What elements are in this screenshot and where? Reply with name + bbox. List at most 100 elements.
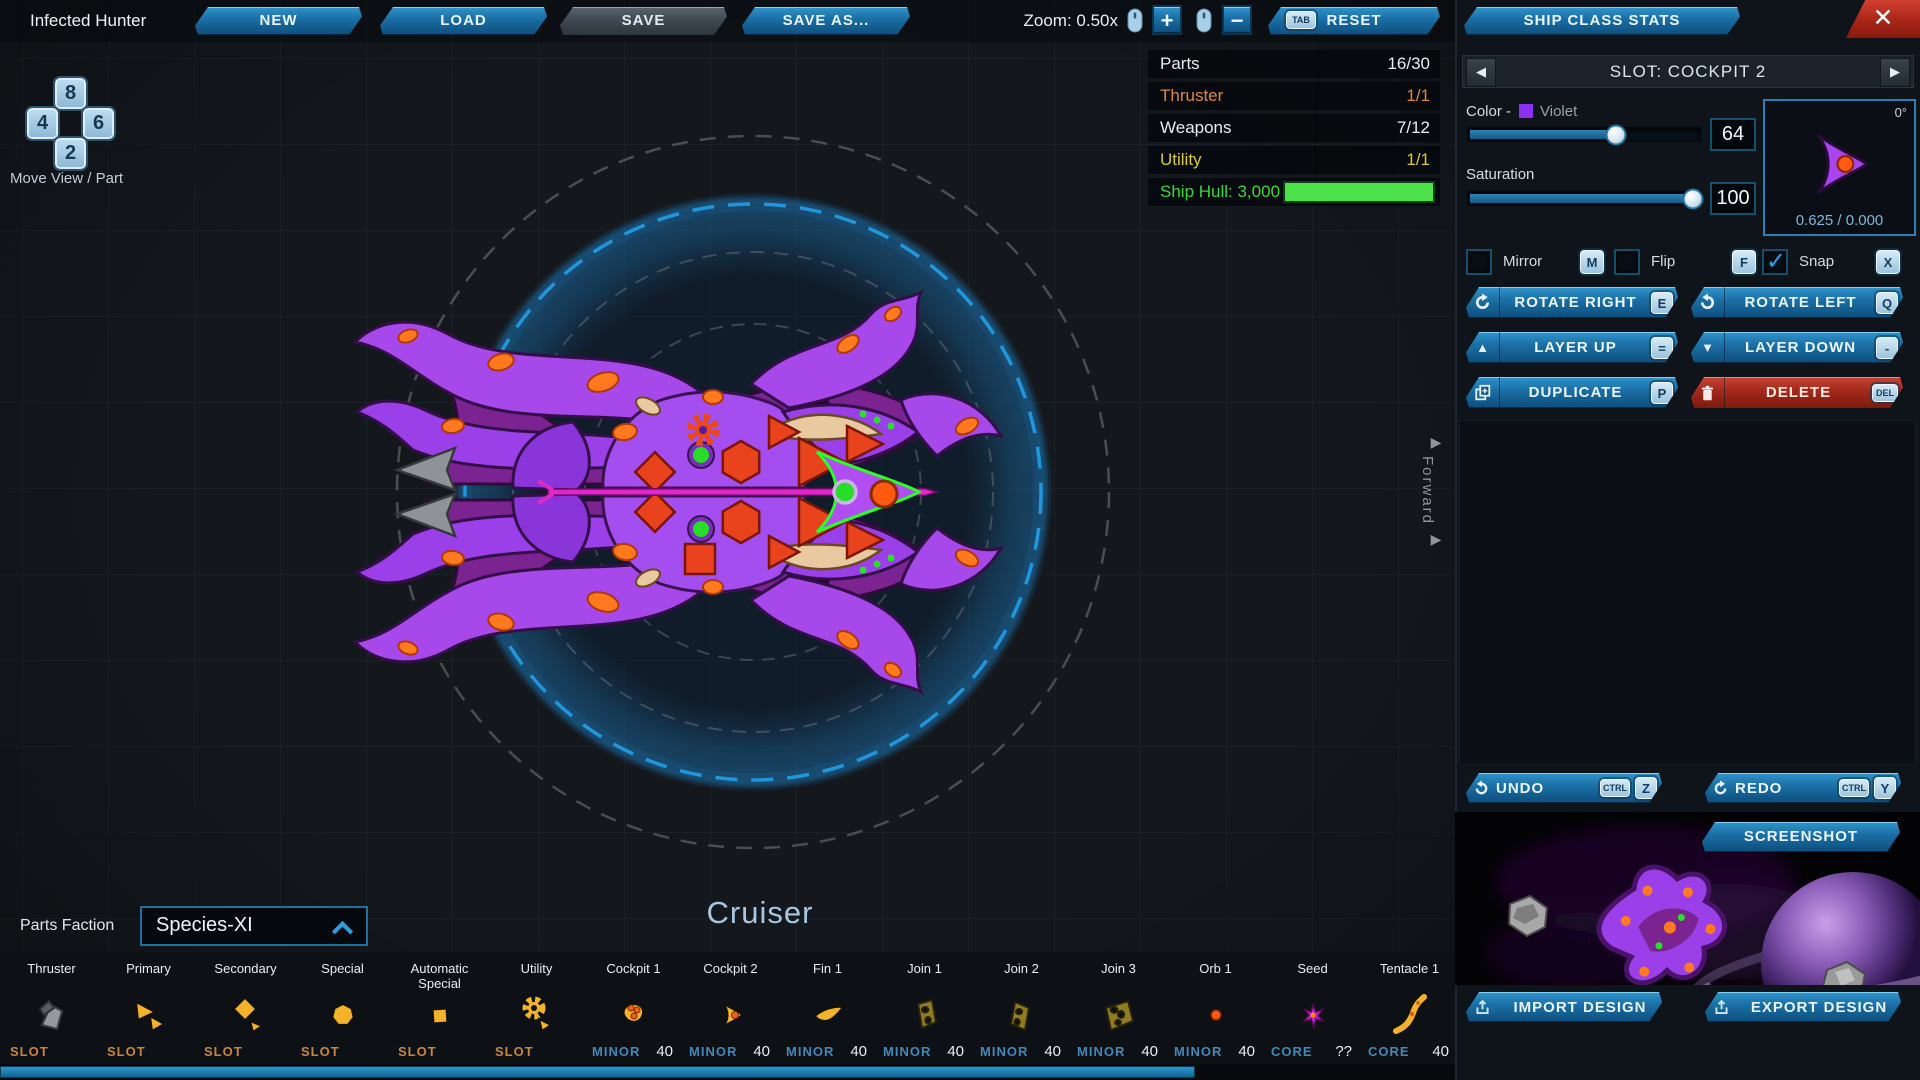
saturation-value-input[interactable]: 100	[1710, 182, 1756, 215]
panel-empty-area	[1459, 420, 1916, 765]
part-cockpit-2[interactable]: Cockpit 2 MINOR 40	[682, 958, 779, 1066]
z-key-badge: Z	[1635, 777, 1657, 799]
zoom-in-button[interactable]: +	[1152, 5, 1182, 35]
mouse-scroll-icon	[1196, 8, 1212, 38]
part-join-2[interactable]: Join 2 MINOR 40	[973, 958, 1070, 1066]
thruster-part-icon	[3, 990, 100, 1040]
layer-up-button[interactable]: ▲ LAYER UP =	[1466, 332, 1678, 363]
seed-icon	[1264, 990, 1361, 1040]
forward-indicator: ▶ Forward ▶	[1419, 432, 1453, 549]
redo-button[interactable]: REDO CTRL Y	[1705, 773, 1901, 803]
rotate-right-button[interactable]: ROTATE RIGHT E	[1466, 287, 1678, 318]
tab-key-badge: TAB	[1286, 11, 1316, 29]
part-special[interactable]: Special SLOT	[294, 958, 391, 1066]
design-title: Infected Hunter	[30, 11, 146, 31]
part-preview: 0° 0.625 / 0.000	[1763, 99, 1916, 236]
part-fin-1[interactable]: Fin 1 MINOR 40	[779, 958, 876, 1066]
tentacle-1-icon	[1361, 990, 1458, 1040]
mirror-label: Mirror	[1503, 253, 1542, 270]
slot-title: SLOT: COCKPIT 2	[1463, 62, 1913, 82]
part-utility[interactable]: Utility SLOT	[488, 958, 585, 1066]
part-tentacle-1[interactable]: Tentacle 1 CORE 40	[1361, 958, 1458, 1066]
parts-tray: Thruster SLOT Primary SLOT Secondary	[0, 952, 1455, 1080]
color-slider[interactable]	[1467, 127, 1701, 142]
part-primary[interactable]: Primary SLOT	[100, 958, 197, 1066]
zoom-level: Zoom: 0.50x	[1014, 11, 1118, 31]
saturation-label: Saturation	[1466, 166, 1534, 183]
rotate-left-key-badge: Q	[1876, 292, 1898, 314]
join-2-icon	[973, 990, 1070, 1040]
part-orb-1[interactable]: Orb 1 MINOR 40	[1167, 958, 1264, 1066]
hull-bar	[1285, 183, 1433, 201]
layer-down-key-badge: -	[1876, 337, 1898, 359]
duplicate-button[interactable]: DUPLICATE P	[1466, 377, 1678, 408]
export-design-button[interactable]: EXPORT DESIGN	[1705, 992, 1901, 1022]
part-preview-icon	[1797, 127, 1887, 201]
primary-weapon-icon	[100, 990, 197, 1040]
utility-part-icon	[488, 990, 585, 1040]
mouse-scroll-icon	[1127, 8, 1143, 38]
keypad-right-key: 6	[83, 108, 114, 139]
zoom-out-button[interactable]: −	[1222, 5, 1252, 35]
reset-label: RESET	[1326, 12, 1381, 29]
fin-1-icon	[779, 990, 876, 1040]
special-weapon-icon	[294, 990, 391, 1040]
new-button[interactable]: NEW	[195, 7, 362, 35]
cockpit-2-icon	[682, 990, 779, 1040]
import-design-button[interactable]: IMPORT DESIGN	[1466, 992, 1662, 1022]
stat-weapons: Weapons 7/12	[1148, 114, 1440, 142]
stat-utility: Utility 1/1	[1148, 146, 1440, 174]
delete-key-badge: DEL	[1872, 384, 1898, 402]
tray-scroll-track[interactable]	[0, 1064, 1455, 1080]
part-join-3[interactable]: Join 3 MINOR 40	[1070, 958, 1167, 1066]
design-screenshot-preview: SCREENSHOT	[1455, 812, 1920, 985]
rotate-right-key-badge: E	[1651, 292, 1673, 314]
flip-key-badge: F	[1732, 250, 1756, 274]
forward-arrow-icon: ▶	[1419, 432, 1453, 452]
forward-label: Forward	[1419, 456, 1436, 525]
reset-view-button[interactable]: TAB RESET	[1268, 7, 1440, 35]
delete-button[interactable]: DELETE DEL	[1691, 377, 1903, 408]
slot-header: ◀ SLOT: COCKPIT 2 ▶	[1462, 55, 1914, 88]
keypad-left-key: 4	[27, 108, 58, 139]
part-secondary[interactable]: Secondary SLOT	[197, 958, 294, 1066]
save-as-button[interactable]: SAVE AS...	[742, 7, 910, 35]
mirror-checkbox[interactable]	[1466, 249, 1492, 275]
part-join-1[interactable]: Join 1 MINOR 40	[876, 958, 973, 1066]
keypad-down-key: 2	[55, 138, 86, 169]
stat-thruster: Thruster 1/1	[1148, 82, 1440, 110]
saturation-slider[interactable]	[1467, 191, 1701, 206]
orb-1-icon	[1167, 990, 1264, 1040]
saturation-slider-thumb[interactable]	[1683, 188, 1704, 209]
part-thruster[interactable]: Thruster SLOT	[3, 958, 100, 1066]
part-automatic-special[interactable]: Automatic Special SLOT	[391, 958, 488, 1066]
slot-next-button[interactable]: ▶	[1880, 58, 1910, 87]
undo-button[interactable]: UNDO CTRL Z	[1466, 773, 1662, 803]
rotate-left-button[interactable]: ROTATE LEFT Q	[1691, 287, 1903, 318]
part-cockpit-1[interactable]: Cockpit 1 MINOR 40	[585, 958, 682, 1066]
parts-faction-dropdown[interactable]: Species-XI	[140, 906, 368, 946]
cockpit-1-icon	[585, 990, 682, 1040]
tray-scrollbar[interactable]	[0, 1066, 1195, 1078]
color-swatch	[1519, 104, 1533, 118]
save-button[interactable]: SAVE	[560, 7, 727, 35]
part-coords: 0.625 / 0.000	[1765, 212, 1914, 229]
ship-class-stats-button[interactable]: SHIP CLASS STATS	[1464, 7, 1740, 35]
ship-editor-screen: Cruiser ▶ Forward ▶ 8 4 6 2 Move View / …	[0, 0, 1920, 1080]
load-button[interactable]: LOAD	[380, 7, 547, 35]
snap-checkbox[interactable]: ✓	[1762, 249, 1788, 275]
screenshot-button[interactable]: SCREENSHOT	[1702, 822, 1900, 852]
chevron-up-icon	[332, 921, 353, 942]
join-1-icon	[876, 990, 973, 1040]
part-seed[interactable]: Seed CORE ??	[1264, 958, 1361, 1066]
join-3-icon	[1070, 990, 1167, 1040]
part-angle: 0°	[1895, 105, 1907, 120]
y-key-badge: Y	[1874, 777, 1896, 799]
parts-faction-label: Parts Faction	[20, 917, 114, 935]
mirror-key-badge: M	[1580, 250, 1604, 274]
flip-checkbox[interactable]	[1614, 249, 1640, 275]
keypad-up-key: 8	[55, 78, 86, 109]
layer-down-button[interactable]: ▼ LAYER DOWN -	[1691, 332, 1903, 363]
color-slider-thumb[interactable]	[1606, 124, 1627, 145]
color-value-input[interactable]: 64	[1710, 118, 1756, 151]
